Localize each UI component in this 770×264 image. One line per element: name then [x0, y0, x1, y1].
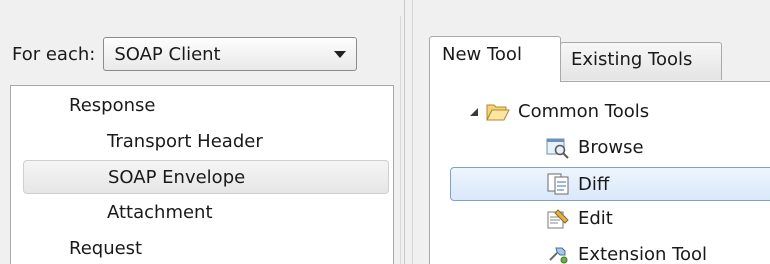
tree-item-label: Diff — [578, 174, 610, 195]
tree-item-label: Edit — [578, 208, 613, 229]
tree-item-label: Extension Tool — [578, 244, 708, 264]
for-each-select-value: SOAP Client — [114, 43, 221, 65]
tool-tree[interactable]: Common Tools Browse Diff Edit Extension … — [429, 81, 770, 264]
chevron-down-icon — [334, 51, 347, 58]
browse-icon — [546, 138, 569, 159]
tab-new-tool[interactable]: New Tool — [429, 36, 561, 82]
tree-item-label: Common Tools — [518, 101, 650, 122]
for-each-label: For each: — [12, 43, 96, 65]
tree-item-extension-tool[interactable]: Extension Tool — [430, 238, 770, 264]
extension-tool-icon — [549, 247, 568, 264]
tree-item-diff[interactable]: Diff — [450, 167, 770, 201]
edit-icon — [547, 209, 569, 229]
expanded-triangle-icon[interactable] — [469, 107, 479, 117]
tool-config-dialog: For each: SOAP Client Response Transport… — [0, 0, 770, 264]
tree-item-soap-envelope[interactable]: SOAP Envelope — [23, 160, 389, 194]
tree-item-transport-header[interactable]: Transport Header — [107, 125, 263, 159]
tree-item-label: Browse — [578, 137, 644, 158]
tree-item-browse[interactable]: Browse — [430, 131, 770, 165]
message-part-tree[interactable]: Response Transport Header SOAP Envelope … — [10, 85, 394, 264]
tab-existing-tools[interactable]: Existing Tools — [560, 42, 722, 80]
tree-item-attachment[interactable]: Attachment — [107, 196, 213, 230]
for-each-select[interactable]: SOAP Client — [103, 37, 358, 71]
tree-item-common-tools[interactable]: Common Tools — [430, 95, 770, 129]
tree-item-request[interactable]: Request — [69, 232, 142, 264]
tree-item-response[interactable]: Response — [69, 89, 155, 123]
open-folder-icon — [486, 104, 510, 121]
for-each-row: For each: SOAP Client — [12, 36, 358, 72]
tree-item-edit[interactable]: Edit — [430, 202, 770, 236]
tool-panel: Existing Tools New Tool Common Tools Bro… — [412, 0, 770, 264]
diff-icon — [547, 173, 569, 195]
data-source-panel: For each: SOAP Client Response Transport… — [0, 0, 405, 264]
